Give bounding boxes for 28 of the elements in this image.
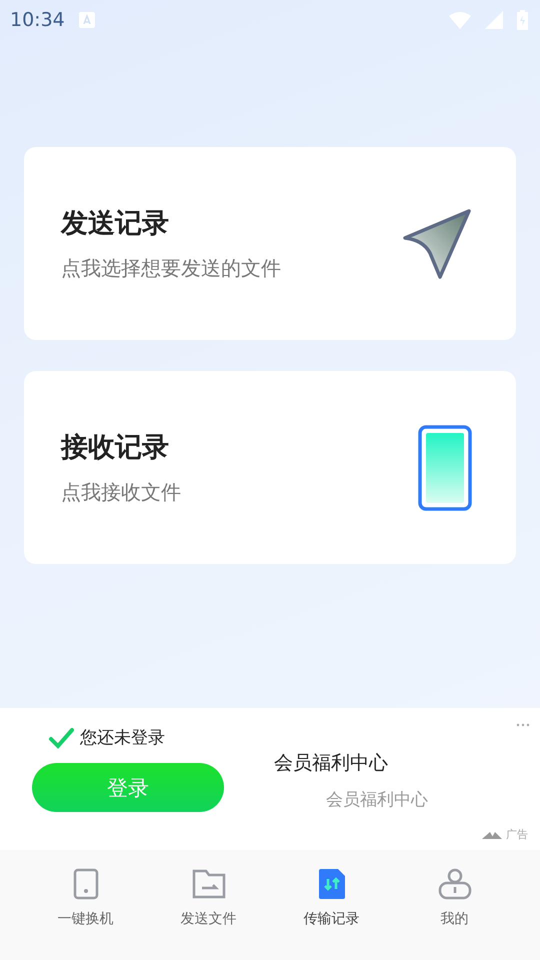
phone-icon <box>418 424 472 510</box>
paper-plane-icon <box>400 208 472 280</box>
card-subtitle: 点我接收文件 <box>61 479 181 506</box>
status-time: 10:34 <box>10 9 65 31</box>
ad-subtitle: 会员福利中心 <box>325 789 428 811</box>
folder-icon <box>192 868 226 900</box>
nav-tab[interactable]: 发送文件 <box>147 850 270 960</box>
signal-icon <box>485 11 503 29</box>
card-title: 接收记录 <box>61 431 170 465</box>
ad-title: 会员福利中心 <box>273 751 389 776</box>
nav-tab[interactable]: 一键换机 <box>24 850 147 960</box>
login-status: 您还未登录 <box>80 727 165 749</box>
ad-logo-icon <box>482 830 502 838</box>
wifi-icon <box>449 11 471 29</box>
record-card[interactable]: 接收记录 点我接收文件 <box>24 371 516 564</box>
more-icon[interactable] <box>516 723 530 727</box>
card-subtitle: 点我选择想要发送的文件 <box>61 255 281 282</box>
ad-label: 广告 <box>506 827 528 842</box>
tablet-icon <box>72 868 98 900</box>
notification-icon <box>78 12 95 28</box>
user-icon <box>438 868 472 900</box>
check-icon <box>48 726 74 748</box>
battery-icon <box>517 10 528 30</box>
nav-tab[interactable]: 传输记录 <box>270 850 393 960</box>
nav-tab[interactable]: 我的 <box>393 850 516 960</box>
record-card[interactable]: 发送记录 点我选择想要发送的文件 <box>24 147 516 340</box>
transfer-icon <box>318 868 346 900</box>
card-title: 发送记录 <box>61 207 170 241</box>
